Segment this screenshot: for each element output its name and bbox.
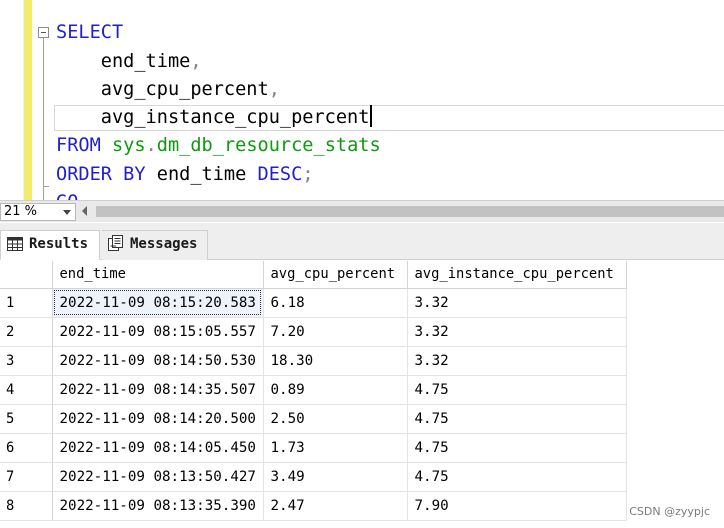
row-number[interactable]: 1 xyxy=(0,288,53,318)
schema-sys: sys xyxy=(111,135,146,156)
cell-avg-instance-cpu-percent[interactable]: 3.32 xyxy=(407,317,627,347)
keyword-from: FROM xyxy=(56,135,101,156)
line-number-gutter xyxy=(0,0,24,200)
chevron-down-icon xyxy=(63,210,71,215)
results-grid[interactable]: end_time avg_cpu_percent avg_instance_cp… xyxy=(0,261,724,528)
cell-end-time[interactable]: 2022-11-09 08:13:50.427 xyxy=(52,462,264,492)
cell-avg-cpu-percent[interactable]: 2.50 xyxy=(263,404,408,434)
cell-avg-instance-cpu-percent[interactable]: 4.75 xyxy=(407,462,627,492)
code-line-select: SELECT xyxy=(56,19,123,47)
cell-avg-cpu-percent[interactable]: 7.20 xyxy=(263,317,408,347)
editor-status-strip: 21 % xyxy=(0,200,724,222)
keyword-order-by: ORDER BY xyxy=(56,164,146,185)
cell-end-time[interactable]: 2022-11-09 08:14:35.507 xyxy=(52,375,264,405)
cell-avg-instance-cpu-percent[interactable]: 4.75 xyxy=(407,375,627,405)
cell-end-time[interactable]: 2022-11-09 08:13:35.390 xyxy=(52,491,264,521)
header-row: end_time avg_cpu_percent avg_instance_cp… xyxy=(0,261,627,289)
table-row: 1 2022-11-09 08:15:20.583 6.18 3.32 xyxy=(0,288,627,318)
table-row: 3 2022-11-09 08:14:50.530 18.30 3.32 xyxy=(0,346,627,376)
query-editor[interactable]: SELECT end_time, avg_cpu_percent, avg_in… xyxy=(0,0,724,200)
column-avg-instance-cpu-percent: avg_instance_cpu_percent xyxy=(100,107,370,128)
column-header-avg-instance-cpu-percent[interactable]: avg_instance_cpu_percent xyxy=(407,261,627,289)
cell-avg-instance-cpu-percent[interactable]: 3.32 xyxy=(407,288,627,318)
cell-avg-instance-cpu-percent[interactable]: 3.32 xyxy=(407,346,627,376)
order-column: end_time xyxy=(156,164,247,185)
tab-messages-label: Messages xyxy=(130,236,198,252)
row-number[interactable]: 5 xyxy=(0,404,53,434)
cell-avg-instance-cpu-percent[interactable]: 7.90 xyxy=(407,491,627,521)
cell-avg-cpu-percent[interactable]: 1.73 xyxy=(263,433,408,463)
table-row: 4 2022-11-09 08:14:35.507 0.89 4.75 xyxy=(0,375,627,405)
results-tab-bar: Results Messages xyxy=(0,223,724,260)
horizontal-scrollbar-thumb[interactable] xyxy=(96,206,724,217)
cell-avg-cpu-percent[interactable]: 2.47 xyxy=(263,491,408,521)
table-row: 6 2022-11-09 08:14:05.450 1.73 4.75 xyxy=(0,433,627,463)
tab-results-label: Results xyxy=(29,236,89,252)
cell-end-time[interactable]: 2022-11-09 08:15:20.583 xyxy=(52,288,264,318)
column-header-avg-cpu-percent[interactable]: avg_cpu_percent xyxy=(263,261,408,289)
row-number[interactable]: 8 xyxy=(0,491,53,521)
cell-avg-cpu-percent[interactable]: 6.18 xyxy=(263,288,408,318)
cell-avg-instance-cpu-percent[interactable]: 4.75 xyxy=(407,404,627,434)
scroll-left-arrow-icon[interactable] xyxy=(82,206,87,216)
collapse-icon[interactable] xyxy=(38,27,49,38)
outline-end-tick xyxy=(43,186,49,187)
keyword-select: SELECT xyxy=(56,22,124,43)
code-line-go: GO xyxy=(56,189,78,200)
cell-end-time[interactable]: 2022-11-09 08:14:50.530 xyxy=(52,346,264,376)
text-cursor xyxy=(370,105,373,127)
tab-results[interactable]: Results xyxy=(0,230,100,260)
watermark-text: CSDN @zyypjc xyxy=(629,505,710,518)
row-number[interactable]: 3 xyxy=(0,346,53,376)
table-row: 2 2022-11-09 08:15:05.557 7.20 3.32 xyxy=(0,317,627,347)
row-number[interactable]: 7 xyxy=(0,462,53,492)
cell-avg-cpu-percent[interactable]: 18.30 xyxy=(263,346,408,376)
object-resource-stats: dm_db_resource_stats xyxy=(156,135,381,156)
zoom-value: 21 % xyxy=(4,204,38,219)
outline-line xyxy=(43,38,44,200)
keyword-desc: DESC xyxy=(257,164,303,185)
change-tracking-bar xyxy=(24,0,32,200)
column-header-end-time[interactable]: end_time xyxy=(52,261,264,289)
column-avg-cpu-percent: avg_cpu_percent xyxy=(100,79,269,100)
tab-messages[interactable]: Messages xyxy=(102,230,208,260)
cell-avg-instance-cpu-percent[interactable]: 4.75 xyxy=(407,433,627,463)
table-row: 5 2022-11-09 08:14:20.500 2.50 4.75 xyxy=(0,404,627,434)
zoom-dropdown[interactable]: 21 % xyxy=(0,203,76,221)
grid-corner-cell[interactable] xyxy=(0,261,53,289)
table-row: 8 2022-11-09 08:13:35.390 2.47 7.90 xyxy=(0,491,627,521)
cell-end-time[interactable]: 2022-11-09 08:14:20.500 xyxy=(52,404,264,434)
cell-end-time[interactable]: 2022-11-09 08:14:05.450 xyxy=(52,433,264,463)
code-line-col1: end_time, xyxy=(100,51,202,72)
code-line-order: ORDER BY end_time DESC; xyxy=(56,164,314,185)
row-number[interactable]: 4 xyxy=(0,375,53,405)
row-number[interactable]: 2 xyxy=(0,317,53,347)
cell-end-time[interactable]: 2022-11-09 08:15:05.557 xyxy=(52,317,264,347)
code-line-col3: avg_instance_cpu_percent xyxy=(56,104,373,132)
keyword-go: GO xyxy=(56,192,78,200)
column-end-time: end_time xyxy=(100,51,191,72)
code-line-from: FROM sys.dm_db_resource_stats xyxy=(56,135,381,156)
cell-avg-cpu-percent[interactable]: 3.49 xyxy=(263,462,408,492)
code-line-col2: avg_cpu_percent, xyxy=(100,79,280,100)
grid-icon xyxy=(7,234,23,260)
results-table: end_time avg_cpu_percent avg_instance_cp… xyxy=(0,261,627,521)
cell-avg-cpu-percent[interactable]: 0.89 xyxy=(263,375,408,405)
row-number[interactable]: 6 xyxy=(0,433,53,463)
table-row: 7 2022-11-09 08:13:50.427 3.49 4.75 xyxy=(0,462,627,492)
messages-icon xyxy=(108,234,124,260)
